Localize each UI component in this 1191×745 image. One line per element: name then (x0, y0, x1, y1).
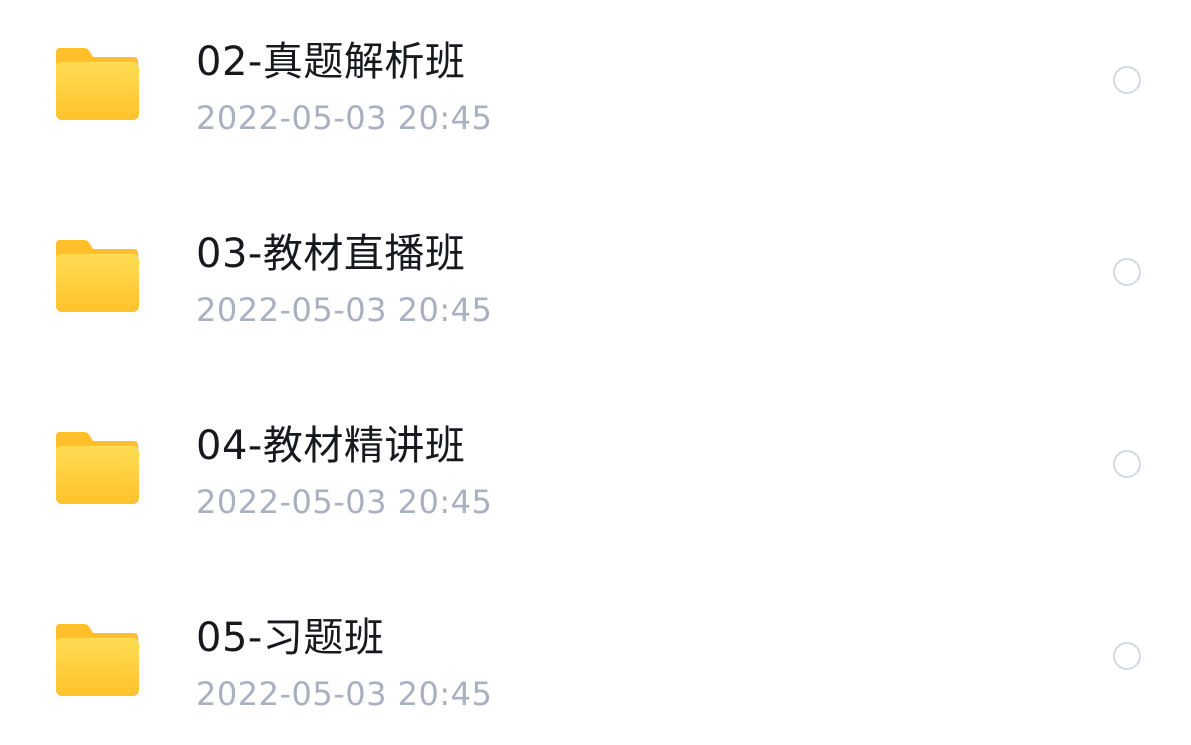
file-row[interactable]: 05-习题班 2022-05-03 20:45 (0, 586, 1191, 736)
file-name: 04-教材精讲班 (196, 423, 466, 469)
select-radio[interactable] (1113, 450, 1141, 478)
file-date: 2022-05-03 20:45 (196, 99, 493, 137)
select-radio[interactable] (1113, 642, 1141, 670)
folder-icon (54, 622, 140, 698)
file-date: 2022-05-03 20:45 (196, 483, 493, 521)
file-name: 05-习题班 (196, 615, 385, 661)
file-list: 02-真题解析班 2022-05-03 20:45 03-教材直播班 2022-… (0, 0, 1191, 745)
select-radio[interactable] (1113, 258, 1141, 286)
file-row[interactable]: 03-教材直播班 2022-05-03 20:45 (0, 202, 1191, 352)
file-name: 02-真题解析班 (196, 39, 466, 85)
file-date: 2022-05-03 20:45 (196, 675, 493, 713)
file-row[interactable]: 02-真题解析班 2022-05-03 20:45 (0, 10, 1191, 160)
select-radio[interactable] (1113, 66, 1141, 94)
file-name: 03-教材直播班 (196, 231, 466, 277)
folder-icon (54, 430, 140, 506)
file-date: 2022-05-03 20:45 (196, 291, 493, 329)
file-row[interactable]: 04-教材精讲班 2022-05-03 20:45 (0, 394, 1191, 544)
folder-icon (54, 46, 140, 122)
folder-icon (54, 238, 140, 314)
